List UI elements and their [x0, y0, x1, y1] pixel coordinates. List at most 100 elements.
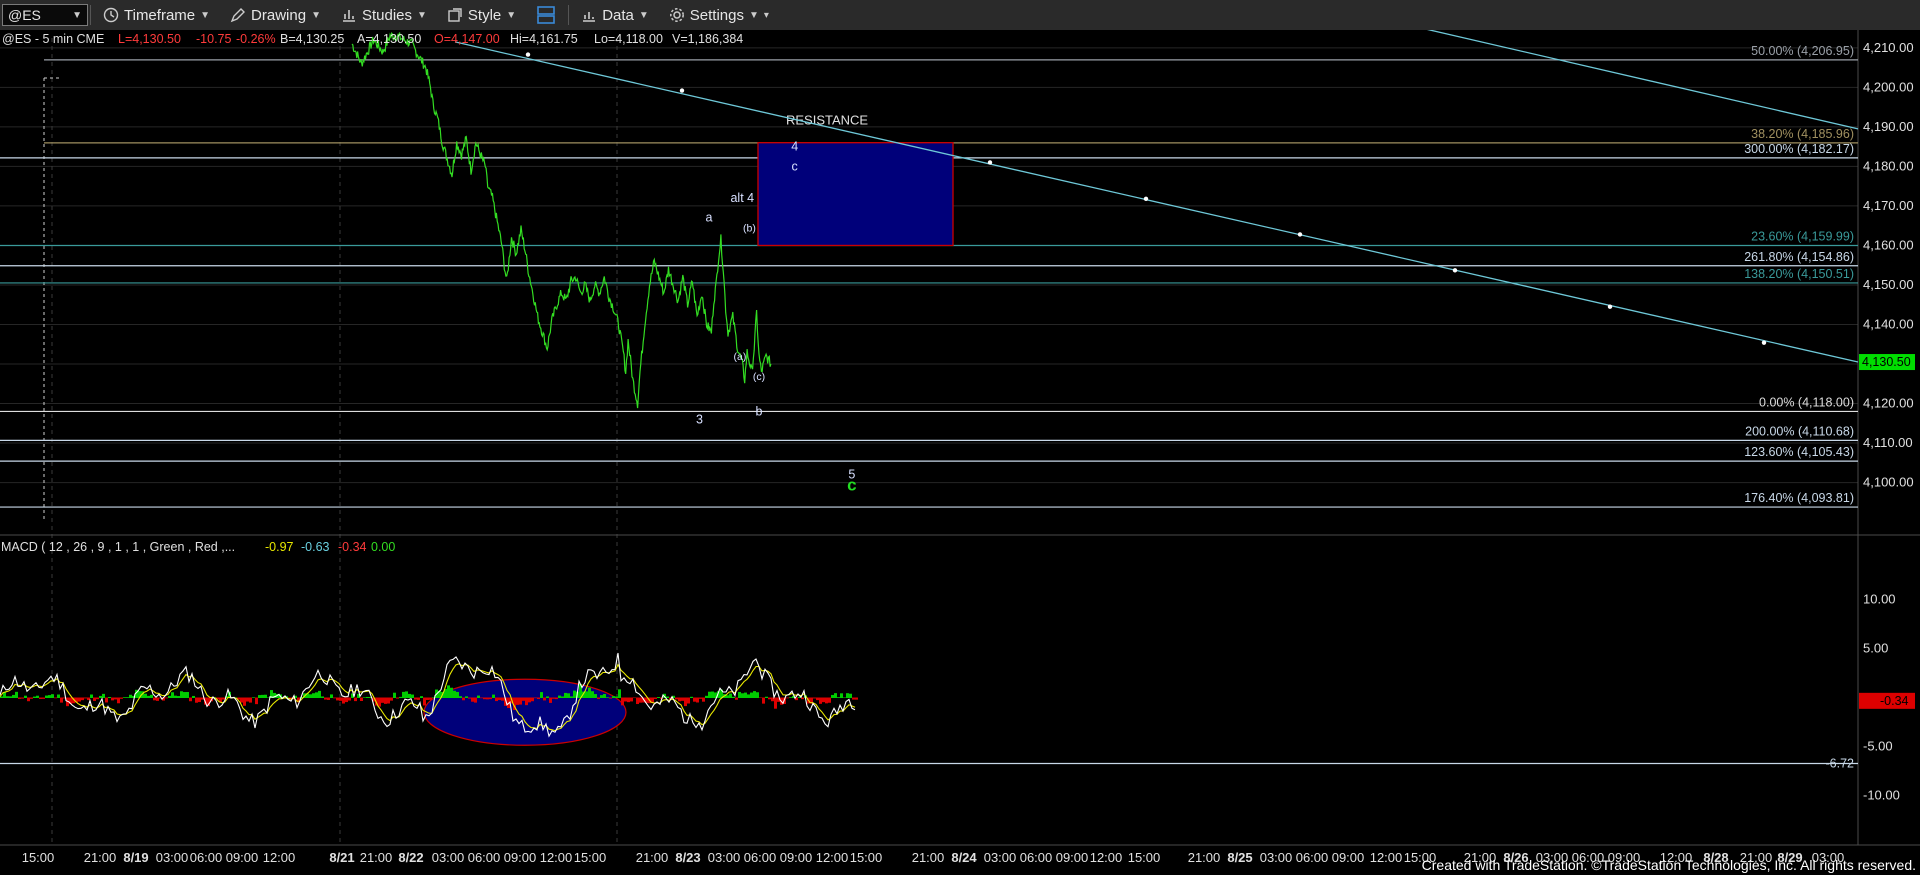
macd-histogram-bar [756, 692, 759, 698]
price-tick-label: 4,170.00 [1863, 198, 1914, 213]
macd-histogram-bar [21, 697, 24, 699]
macd-histogram-bar [702, 697, 705, 702]
macd-histogram-bar [612, 696, 615, 698]
macd-histogram-bar [519, 697, 522, 705]
macd-histogram-bar [621, 697, 624, 706]
macd-histogram-bar [144, 693, 147, 698]
data-button[interactable]: Data ▼ [571, 1, 659, 29]
toolbar-divider [90, 5, 91, 25]
macd-histogram-bar [477, 695, 480, 698]
high-price: Hi=4,161.75 [510, 32, 578, 46]
macd-histogram-bar [633, 697, 636, 699]
time-tick-label: 12:00 [1370, 850, 1403, 865]
macd-histogram-bar [816, 697, 819, 701]
macd-tick-label: -10.00 [1863, 788, 1900, 803]
chart-canvas[interactable]: 50.00% (4,206.95) 38.20% (4,185.96)300.00… [0, 30, 1920, 875]
macd-histogram-bar [360, 697, 363, 702]
macd-histogram-bar [597, 697, 600, 700]
macd-histogram-bar [156, 697, 159, 701]
macd-histogram-bar [57, 694, 60, 698]
macd-histogram-bar [471, 697, 474, 702]
macd-tick-label: -5.00 [1863, 739, 1893, 754]
diff-value: -0.34 [338, 540, 367, 554]
macd-histogram-bar [636, 697, 639, 705]
trendline-node [1297, 232, 1303, 237]
symbol-selector[interactable]: @ES ▼ [2, 4, 88, 26]
drawing-button[interactable]: Drawing ▼ [220, 1, 331, 29]
macd-histogram-bar [555, 697, 558, 700]
price-tick-label: 4,120.00 [1863, 396, 1914, 411]
macd-histogram-bar [321, 696, 324, 698]
price-tick-label: 4,160.00 [1863, 237, 1914, 252]
macd-histogram-bar [522, 697, 525, 701]
wave-label: b [756, 404, 763, 418]
time-tick-label: 15:00 [850, 850, 883, 865]
wave-label: a [706, 211, 713, 225]
macd-histogram-bar [180, 691, 183, 698]
macd-histogram-bar [696, 697, 699, 703]
layout-button[interactable] [526, 1, 566, 29]
macd-histogram-bar [615, 696, 618, 698]
zero-value: 0.00 [371, 540, 395, 554]
macd-histogram-bar [789, 697, 792, 698]
macd-histogram-bar [378, 697, 381, 707]
time-tick-label: 8/25 [1227, 850, 1252, 865]
macd-histogram-bar [708, 691, 711, 698]
macd-histogram-bar [666, 696, 669, 698]
ask-price: A=4,130.50 [357, 32, 421, 46]
studies-icon [342, 10, 355, 22]
time-tick-label: 21:00 [360, 850, 393, 865]
macd-histogram-bar [18, 697, 21, 699]
macd-histogram-bar [39, 697, 42, 699]
timeframe-button[interactable]: Timeframe ▼ [93, 1, 220, 29]
chevron-down-icon: ▼ [748, 9, 759, 21]
wave-label: c [847, 475, 856, 494]
trendline-node [1607, 304, 1613, 309]
macd-histogram-bar [480, 697, 483, 699]
macd-histogram-bar [381, 697, 384, 703]
macd-histogram-bar [390, 697, 393, 701]
macd-histogram-bar [243, 697, 246, 706]
macd-histogram-bar [33, 696, 36, 698]
macd-histogram-bar [261, 694, 264, 698]
macd-histogram-bar [501, 697, 504, 701]
time-tick-label: 21:00 [636, 850, 669, 865]
chevron-down-icon: ▼ [506, 9, 517, 21]
overflow-arrow-icon: ▾ [763, 9, 769, 21]
fib-level-label: 38.20% (4,185.96) [1751, 127, 1854, 141]
time-tick-label: 15:00 [22, 850, 55, 865]
macd-histogram-bar [627, 697, 630, 703]
macd-histogram-bar [690, 696, 693, 698]
macd-histogram-bar [45, 695, 48, 698]
copyright-footer: Created with TradeStation. ©TradeStation… [1421, 857, 1916, 873]
time-tick-label: 8/23 [675, 850, 700, 865]
style-button[interactable]: Style ▼ [437, 1, 526, 29]
macd-histogram-bar [222, 697, 225, 700]
wave-label: (b) [743, 223, 756, 235]
studies-button[interactable]: Studies ▼ [331, 1, 437, 29]
time-tick-label: 06:00 [1020, 850, 1053, 865]
macd-histogram-bar [81, 697, 84, 701]
macd-histogram-bar [828, 697, 831, 703]
symbol-info: @ES - 5 min CME [2, 32, 104, 46]
macd-histogram-bar [99, 695, 102, 698]
macd-histogram-bar [105, 697, 108, 703]
macd-histogram-bar [561, 696, 564, 698]
macd-histogram-bar [93, 697, 96, 701]
macd-histogram-bar [420, 696, 423, 698]
macd-histogram-bar [741, 693, 744, 698]
settings-button[interactable]: Settings ▼ ▾ [659, 1, 779, 29]
macd-histogram-bar [834, 693, 837, 698]
macd-histogram-bar [654, 697, 657, 699]
macd-histogram-bar [405, 691, 408, 698]
macd-histogram-bar [123, 697, 126, 698]
resistance-box [757, 142, 954, 247]
macd-histogram-bar [813, 697, 816, 699]
macd-histogram-bar [684, 697, 687, 707]
macd-histogram-bar [126, 697, 129, 698]
macd-histogram-bar [42, 697, 45, 699]
macd-histogram-bar [735, 697, 738, 700]
macd-histogram-bar [525, 697, 528, 706]
macd-histogram-bar [78, 697, 81, 702]
macd-histogram-bar [852, 697, 855, 700]
